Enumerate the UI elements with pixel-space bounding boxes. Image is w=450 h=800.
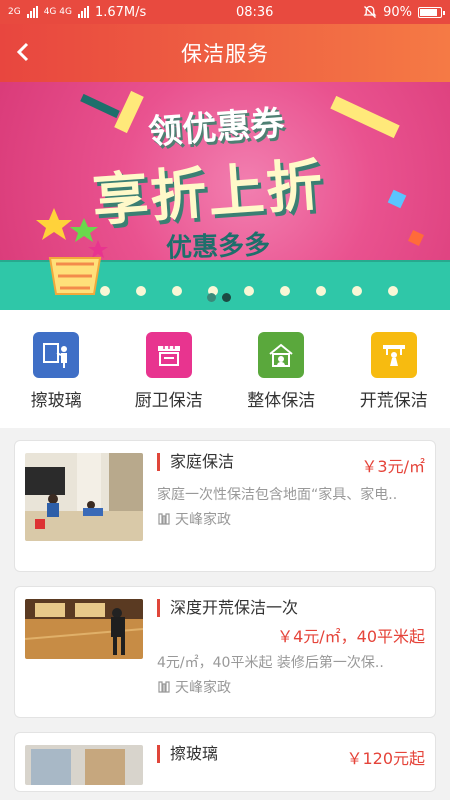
battery-icon xyxy=(417,6,445,18)
service-name: 深度开荒保洁一次 xyxy=(157,599,425,617)
shop-logo-icon xyxy=(158,513,170,525)
category-grid: 擦玻璃 厨卫保洁 整体保洁 开荒保洁 xyxy=(0,310,450,428)
category-label: 擦玻璃 xyxy=(30,391,82,411)
network-type: 2G xyxy=(8,7,21,17)
kitchen-icon xyxy=(145,332,192,378)
shop-name: 天峰家政 xyxy=(175,680,231,696)
signal-icon-2 xyxy=(77,6,89,18)
category-whole-house[interactable]: 整体保洁 xyxy=(231,332,331,411)
service-list: 家庭保洁 ￥3元/㎡ 家庭一次性保洁包含地面“家具、家电.. 天峰家政 深度开荒… xyxy=(0,440,450,792)
bell-off-icon xyxy=(363,5,377,18)
service-card[interactable]: 深度开荒保洁一次 ￥4元/㎡，40平米起 4元/㎡，40平米起 装修后第一次保.… xyxy=(14,586,436,718)
confetti-shape xyxy=(408,230,424,246)
category-kitchen-bath[interactable]: 厨卫保洁 xyxy=(119,332,219,411)
category-label: 开荒保洁 xyxy=(359,391,428,411)
battery-percent: 90% xyxy=(383,4,412,20)
category-post-renovation[interactable]: 开荒保洁 xyxy=(344,332,444,411)
back-button[interactable] xyxy=(8,37,38,67)
service-thumbnail xyxy=(25,453,143,541)
banner-subtitle: 优惠多多 xyxy=(165,230,271,264)
service-price: ￥3元/㎡ xyxy=(361,457,425,476)
shop-logo-icon xyxy=(158,681,170,693)
house-clean-icon xyxy=(258,332,305,378)
banner-lights xyxy=(100,286,398,296)
shop-name: 天峰家政 xyxy=(175,512,231,528)
gift-stars-icon xyxy=(36,208,108,295)
person-window-icon xyxy=(33,332,80,378)
service-thumbnail xyxy=(25,745,143,785)
service-price: ￥120元起 xyxy=(346,749,425,768)
clock: 08:36 xyxy=(235,4,274,20)
banner-main-slogan: 享折上折 xyxy=(90,152,327,235)
network-4g: 4G 4G xyxy=(43,7,72,17)
service-description: 4元/㎡，40平米起 装修后第一次保.. xyxy=(157,655,384,671)
service-card[interactable]: 擦玻璃 ￥120元起 xyxy=(14,732,436,792)
nav-bar: 保洁服务 xyxy=(0,24,450,82)
service-thumbnail xyxy=(25,599,143,659)
promo-banner[interactable]: 领优惠券 享折上折 优惠多多 xyxy=(0,82,450,310)
service-description: 家庭一次性保洁包含地面“家具、家电.. xyxy=(157,487,398,503)
confetti-shape xyxy=(330,95,400,139)
confetti-shape xyxy=(387,189,407,209)
service-shop: 天峰家政 xyxy=(157,677,425,697)
category-label: 整体保洁 xyxy=(247,391,316,411)
carousel-dot-active[interactable] xyxy=(222,293,231,302)
carousel-indicator[interactable] xyxy=(207,293,231,302)
carousel-dot[interactable] xyxy=(207,293,216,302)
chevron-left-icon xyxy=(16,42,29,62)
broom-icon xyxy=(370,332,417,378)
service-price: ￥4元/㎡，40平米起 xyxy=(277,627,425,646)
status-bar: 2G 4G 4G 1.67M/s 08:36 90% xyxy=(0,0,450,24)
page-title: 保洁服务 xyxy=(181,42,269,66)
network-speed: 1.67M/s xyxy=(94,4,147,20)
confetti-shape xyxy=(80,93,120,119)
category-window-cleaning[interactable]: 擦玻璃 xyxy=(6,332,106,411)
service-shop: 天峰家政 xyxy=(157,509,425,529)
service-card[interactable]: 家庭保洁 ￥3元/㎡ 家庭一次性保洁包含地面“家具、家电.. 天峰家政 xyxy=(14,440,436,572)
category-label: 厨卫保洁 xyxy=(134,391,203,411)
signal-icon xyxy=(26,6,38,18)
